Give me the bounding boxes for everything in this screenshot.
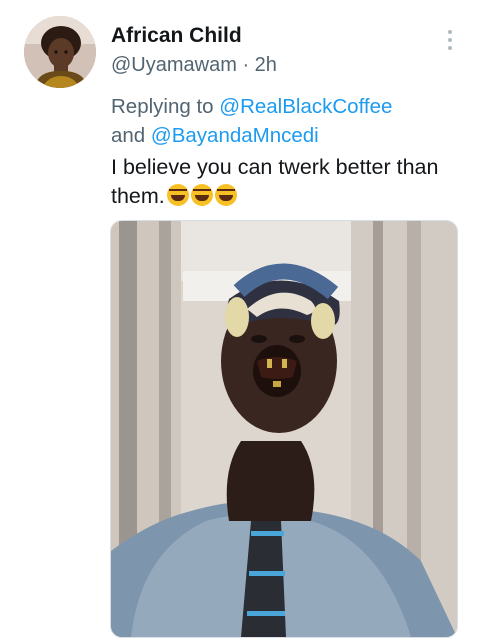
more-options-icon[interactable]	[440, 26, 460, 54]
author-name[interactable]: African Child	[111, 24, 242, 48]
dot	[448, 46, 452, 50]
dot	[448, 38, 452, 42]
laughing-emoji-icon	[190, 184, 213, 206]
laughing-emoji-icon	[214, 184, 237, 206]
timestamp[interactable]: 2h	[255, 54, 277, 76]
dot	[448, 30, 452, 34]
separator: ·	[236, 54, 255, 76]
tweet-text: I believe you can twerk better than them…	[111, 153, 471, 211]
replying-prefix: Replying to	[111, 95, 220, 118]
laughing-emoji-icon	[166, 184, 189, 206]
mention-link[interactable]: @BayandaMncedi	[151, 124, 319, 147]
handle-line: @Uyamawam · 2h	[111, 54, 277, 77]
avatar[interactable]	[24, 16, 96, 88]
avatar-image	[24, 16, 96, 88]
tweet-body: I believe you can twerk better than them…	[111, 155, 439, 208]
mention-link[interactable]: @RealBlackCoffee	[219, 95, 392, 118]
photo-image	[111, 221, 457, 637]
tweet-photo[interactable]	[110, 220, 458, 638]
replying-to: Replying to @RealBlackCoffee and @Bayand…	[111, 92, 461, 150]
replying-and: and	[111, 124, 151, 147]
author-handle[interactable]: @Uyamawam	[111, 54, 237, 76]
